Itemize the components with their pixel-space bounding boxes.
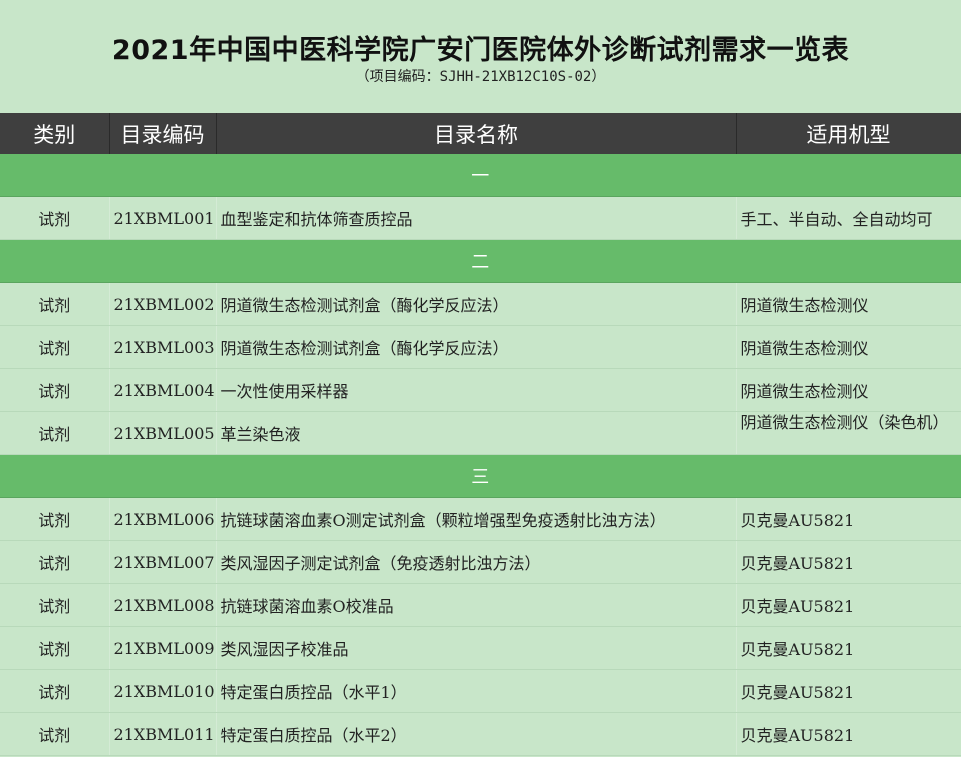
- cell-name[interactable]: 革兰染色液: [216, 411, 737, 455]
- cell-name[interactable]: 血型鉴定和抗体筛查质控品: [216, 196, 737, 240]
- cell-category[interactable]: 试剂: [0, 282, 110, 326]
- table-row: 试剂 21XBML004 一次性使用采样器 阴道微生态检测仪: [0, 368, 961, 412]
- cell-code[interactable]: 21XBML002: [109, 282, 217, 326]
- cell-code[interactable]: 21XBML001: [109, 196, 217, 240]
- table-row: 试剂 21XBML003 阴道微生态检测试剂盒（酶化学反应法） 阴道微生态检测仪: [0, 325, 961, 369]
- section-label[interactable]: 一: [0, 154, 961, 197]
- cell-code[interactable]: 21XBML005: [109, 411, 217, 455]
- cell-name[interactable]: 阴道微生态检测试剂盒（酶化学反应法）: [216, 325, 737, 369]
- cell-name[interactable]: 抗链球菌溶血素O测定试剂盒（颗粒增强型免疫透射比浊方法）: [216, 497, 737, 541]
- section-label[interactable]: 二: [0, 239, 961, 283]
- cell-name[interactable]: 特定蛋白质控品（水平1）: [216, 669, 737, 713]
- cell-machine[interactable]: 贝克曼AU5821: [736, 497, 961, 541]
- cell-machine[interactable]: 贝克曼AU5821: [736, 583, 961, 627]
- cell-category[interactable]: 试剂: [0, 712, 110, 756]
- cell-code[interactable]: 21XBML004: [109, 368, 217, 412]
- cell-code[interactable]: 21XBML008: [109, 583, 217, 627]
- cell-machine[interactable]: 阴道微生态检测仪: [736, 325, 961, 369]
- cell-category[interactable]: 试剂: [0, 325, 110, 369]
- section-row: 一: [0, 154, 961, 197]
- cell-code[interactable]: 21XBML006: [109, 497, 217, 541]
- cell-category[interactable]: 试剂: [0, 540, 110, 584]
- column-header-machine[interactable]: 适用机型: [736, 113, 961, 154]
- cell-category[interactable]: 试剂: [0, 583, 110, 627]
- table-row: 试剂 21XBML011 特定蛋白质控品（水平2） 贝克曼AU5821: [0, 712, 961, 756]
- cell-code[interactable]: 21XBML011: [109, 712, 217, 756]
- table-row: 试剂 21XBML002 阴道微生态检测试剂盒（酶化学反应法） 阴道微生态检测仪: [0, 282, 961, 326]
- table-row: 试剂 21XBML005 革兰染色液 阴道微生态检测仪（染色机）: [0, 411, 961, 455]
- cell-name[interactable]: 阴道微生态检测试剂盒（酶化学反应法）: [216, 282, 737, 326]
- cell-category[interactable]: 试剂: [0, 196, 110, 240]
- section-row: 三: [0, 454, 961, 498]
- cell-code[interactable]: 21XBML010: [109, 669, 217, 713]
- cell-machine[interactable]: 贝克曼AU5821: [736, 712, 961, 756]
- cell-category[interactable]: 试剂: [0, 669, 110, 713]
- column-header-code[interactable]: 目录编码: [109, 113, 217, 154]
- table-row: 试剂 21XBML009 类风湿因子校准品 贝克曼AU5821: [0, 626, 961, 670]
- page-title: 2021年中国中医科学院广安门医院体外诊断试剂需求一览表: [111, 35, 850, 66]
- table-body: 一试剂 21XBML001 血型鉴定和抗体筛查质控品 手工、半自动、全自动均可二试剂 2…: [0, 154, 961, 756]
- column-header-name[interactable]: 目录名称: [216, 113, 737, 154]
- cell-machine[interactable]: 贝克曼AU5821: [736, 540, 961, 584]
- cell-code[interactable]: 21XBML009: [109, 626, 217, 670]
- title-block: 2021年中国中医科学院广安门医院体外诊断试剂需求一览表 （项目编码：SJHH-…: [0, 0, 961, 113]
- requirements-table: 类别 目录编码 目录名称 适用机型 一试剂 21XBML001 血型鉴定和抗体筛查质…: [0, 113, 961, 756]
- table-row: 试剂 21XBML008 抗链球菌溶血素O校准品 贝克曼AU5821: [0, 583, 961, 627]
- cell-machine[interactable]: 阴道微生态检测仪（染色机）: [736, 411, 961, 455]
- cell-name[interactable]: 类风湿因子校准品: [216, 626, 737, 670]
- cell-name[interactable]: 一次性使用采样器: [216, 368, 737, 412]
- header-row: 类别 目录编码 目录名称 适用机型: [0, 113, 961, 154]
- cell-machine[interactable]: 贝克曼AU5821: [736, 669, 961, 713]
- cell-category[interactable]: 试剂: [0, 626, 110, 670]
- section-label[interactable]: 三: [0, 454, 961, 498]
- column-header-category[interactable]: 类别: [0, 113, 110, 154]
- table-row: 试剂 21XBML006 抗链球菌溶血素O测定试剂盒（颗粒增强型免疫透射比浊方法）贝…: [0, 497, 961, 541]
- table-row: 试剂 21XBML007 类风湿因子测定试剂盒（免疫透射比浊方法） 贝克曼AU5821: [0, 540, 961, 584]
- spreadsheet-page: 2021年中国中医科学院广安门医院体外诊断试剂需求一览表 （项目编码：SJHH-…: [0, 0, 961, 757]
- cell-code[interactable]: 21XBML007: [109, 540, 217, 584]
- cell-category[interactable]: 试剂: [0, 368, 110, 412]
- cell-machine[interactable]: 阴道微生态检测仪: [736, 368, 961, 412]
- cell-name[interactable]: 抗链球菌溶血素O校准品: [216, 583, 737, 627]
- section-row: 二: [0, 239, 961, 283]
- cell-category[interactable]: 试剂: [0, 411, 110, 455]
- cell-code[interactable]: 21XBML003: [109, 325, 217, 369]
- table-row: 试剂 21XBML001 血型鉴定和抗体筛查质控品 手工、半自动、全自动均可: [0, 196, 961, 240]
- table-row: 试剂 21XBML010 特定蛋白质控品（水平1） 贝克曼AU5821: [0, 669, 961, 713]
- cell-machine-text: 阴道微生态检测仪（染色机）: [740, 413, 949, 432]
- cell-machine[interactable]: 贝克曼AU5821: [736, 626, 961, 670]
- cell-name[interactable]: 特定蛋白质控品（水平2）: [216, 712, 737, 756]
- cell-category[interactable]: 试剂: [0, 497, 110, 541]
- cell-machine[interactable]: 阴道微生态检测仪: [736, 282, 961, 326]
- cell-machine[interactable]: 手工、半自动、全自动均可: [736, 196, 961, 240]
- project-code-subtitle: （项目编码：SJHH-21XB12C10S-02）: [355, 69, 606, 85]
- cell-name[interactable]: 类风湿因子测定试剂盒（免疫透射比浊方法）: [216, 540, 737, 584]
